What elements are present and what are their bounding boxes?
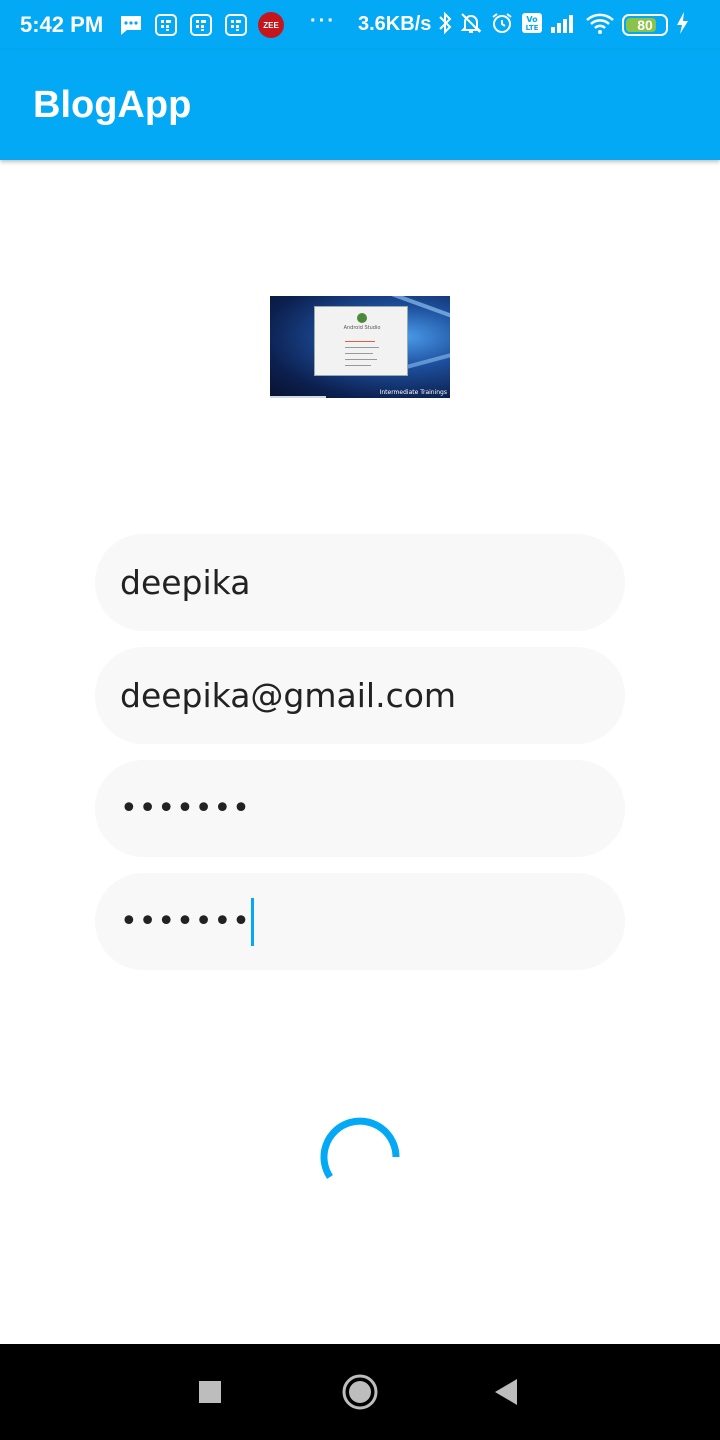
navigation-bar <box>0 1344 720 1440</box>
loading-spinner <box>320 1117 400 1179</box>
logo-caption: Intermediate Trainings <box>379 389 447 396</box>
charging-icon <box>675 11 689 40</box>
logo-window: Android Studio <box>314 306 408 376</box>
sim-icon <box>188 12 214 38</box>
confirm-password-field[interactable]: ••••••• <box>95 873 625 970</box>
android-studio-icon <box>357 313 367 323</box>
home-icon <box>342 1374 378 1410</box>
app-bar: BlogApp <box>0 50 720 160</box>
battery-level: 80 <box>637 17 653 33</box>
mute-icon <box>459 11 483 40</box>
logo-window-title: Android Studio <box>343 325 381 331</box>
alarm-icon <box>490 11 514 40</box>
text-cursor <box>250 897 254 946</box>
network-speed: 3.6KB/s <box>358 13 432 35</box>
password-value: ••••••• <box>120 791 251 826</box>
signal-icon <box>550 11 578 40</box>
message-icon <box>118 12 144 38</box>
confirm-password-value: ••••••• <box>120 904 251 939</box>
battery-icon: 80 <box>622 14 668 36</box>
home-button[interactable] <box>320 1344 400 1440</box>
status-bar: 5:42 PM ZEE ··· 3.6KB/s Vo LTE 80 <box>0 0 720 50</box>
password-field[interactable]: ••••••• <box>95 760 625 857</box>
back-icon <box>495 1379 517 1405</box>
sim-icon <box>153 12 179 38</box>
recents-icon <box>199 1381 221 1403</box>
sim-icon <box>223 12 249 38</box>
zee-icon: ZEE <box>258 12 284 38</box>
name-value: deepika <box>120 563 251 602</box>
blog-logo-image: Android Studio Intermediate Trainings <box>270 296 450 398</box>
svg-text:Vo: Vo <box>526 15 538 24</box>
email-field[interactable]: deepika@gmail.com <box>95 647 625 744</box>
name-field[interactable]: deepika <box>95 534 625 631</box>
svg-text:LTE: LTE <box>526 24 539 32</box>
system-icons: Vo LTE 80 <box>438 11 689 40</box>
status-time: 5:42 PM <box>20 12 104 37</box>
app-title: BlogApp <box>33 84 192 126</box>
recents-button[interactable] <box>170 1344 250 1440</box>
more-notifications-icon: ··· <box>310 10 336 32</box>
bluetooth-icon <box>438 11 452 40</box>
email-value: deepika@gmail.com <box>120 676 457 715</box>
volte-icon: Vo LTE <box>521 11 543 40</box>
back-button[interactable] <box>466 1344 546 1440</box>
wifi-icon <box>585 11 615 40</box>
notification-icons: ZEE <box>118 12 284 38</box>
